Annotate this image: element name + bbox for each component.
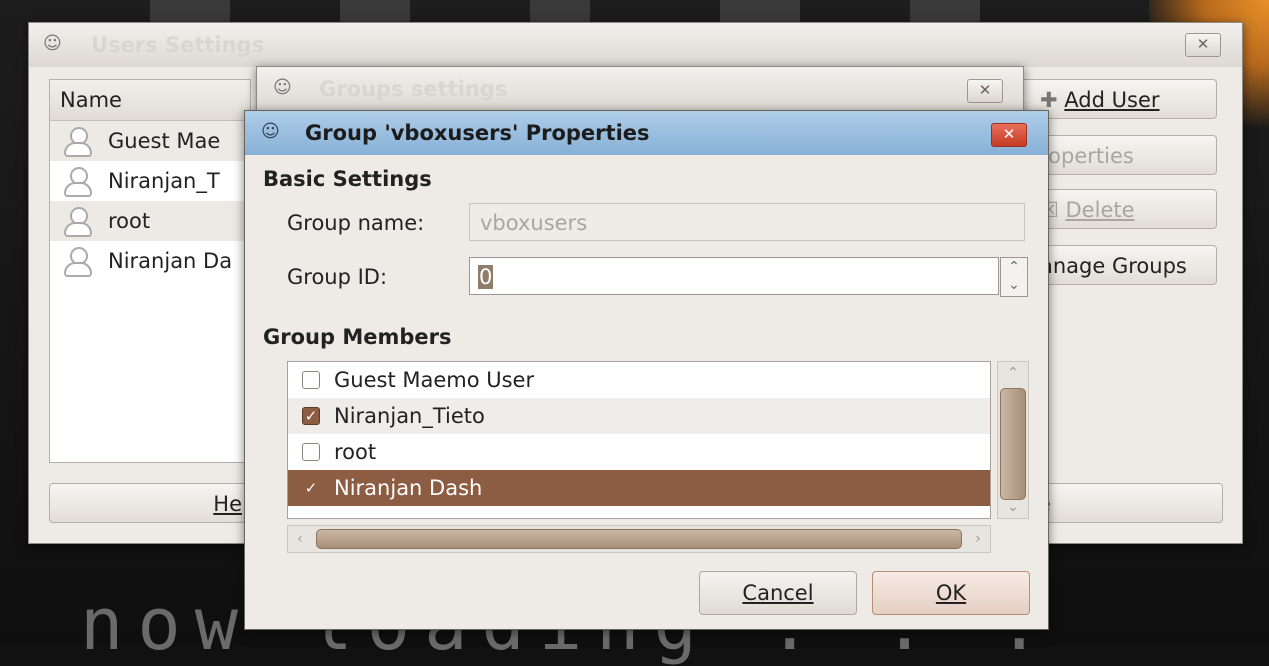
background-stripe (150, 0, 230, 24)
user-name: Niranjan_T (108, 169, 220, 193)
help-label: He (213, 492, 242, 516)
member-checkbox[interactable] (302, 371, 320, 389)
background-stripe (340, 0, 410, 24)
users-settings-title: Users Settings (91, 33, 265, 57)
scroll-right-icon[interactable]: › (966, 526, 990, 552)
user-name: Guest Mae (108, 129, 221, 153)
help-button[interactable]: He (49, 483, 249, 523)
manage-groups-label: anage Groups (1040, 254, 1187, 278)
member-row[interactable]: root (288, 434, 990, 470)
basic-settings-heading: Basic Settings (263, 167, 432, 191)
member-name: Guest Maemo User (334, 368, 535, 392)
users-icon: ☺ (43, 33, 62, 54)
user-icon (62, 126, 92, 157)
properties-label: roperties (1040, 144, 1134, 168)
user-icon (62, 206, 92, 237)
groups-icon: ☺ (273, 77, 292, 98)
group-name-field[interactable]: vboxusers (469, 203, 1025, 241)
member-name: Niranjan Dash (334, 476, 483, 500)
users-list-header[interactable]: Name (50, 80, 250, 121)
group-properties-dialog: ☺ Group 'vboxusers' Properties ✕ Basic S… (244, 110, 1049, 630)
users-list-body: Guest Mae Niranjan_T root Niranjan Da (50, 121, 250, 281)
member-name: Niranjan_Tieto (334, 404, 485, 428)
scroll-left-icon[interactable]: ‹ (288, 526, 312, 552)
group-members-list[interactable]: Guest Maemo User ✓ Niranjan_Tieto root ✓… (287, 361, 991, 519)
members-horizontal-scrollbar[interactable]: ‹ › (287, 525, 991, 553)
ok-label: OK (935, 581, 967, 605)
member-checkbox[interactable]: ✓ (302, 407, 320, 425)
member-checkbox[interactable]: ✓ (302, 479, 320, 497)
group-members-heading: Group Members (263, 325, 452, 349)
user-name: Niranjan Da (108, 249, 233, 273)
delete-label: Delete (1065, 198, 1135, 222)
group-name-label: Group name: (287, 211, 425, 235)
group-id-label: Group ID: (287, 265, 388, 289)
background-stripe (910, 0, 980, 24)
member-checkbox[interactable] (302, 443, 320, 461)
group-id-spinner[interactable]: ⌃ ⌄ (1000, 257, 1028, 297)
spin-down-icon[interactable]: ⌄ (1001, 276, 1027, 294)
cancel-label: Cancel (742, 581, 814, 605)
users-settings-titlebar[interactable]: ☺ Users Settings ✕ (29, 23, 1242, 67)
add-user-label: Add User (1064, 88, 1160, 112)
member-row[interactable]: Guest Maemo User (288, 362, 990, 398)
user-icon (62, 246, 92, 277)
users-close-icon[interactable]: ✕ (1185, 33, 1221, 57)
groups-settings-titlebar[interactable]: ☺ Groups settings ✕ (257, 67, 1023, 111)
dialog-close-icon[interactable]: ✕ (991, 123, 1027, 147)
user-row[interactable]: Guest Mae (50, 121, 250, 161)
groups-close-icon[interactable]: ✕ (967, 79, 1003, 103)
user-name: root (108, 209, 151, 233)
group-properties-titlebar[interactable]: ☺ Group 'vboxusers' Properties ✕ (245, 111, 1048, 155)
group-icon: ☺ (261, 121, 280, 142)
background-stripe (720, 0, 800, 24)
user-row[interactable]: root (50, 201, 250, 241)
group-id-value: 0 (478, 265, 494, 289)
horizontal-scroll-thumb[interactable] (316, 529, 962, 549)
background-stripe (530, 0, 590, 24)
user-icon (62, 166, 92, 197)
add-icon: ✚ (1040, 88, 1058, 112)
members-vertical-scrollbar[interactable]: ⌃ ⌄ (997, 361, 1029, 519)
user-row[interactable]: Niranjan Da (50, 241, 250, 281)
users-list[interactable]: Name Guest Mae Niranjan_T root Niranjan … (49, 79, 251, 463)
spin-up-icon[interactable]: ⌃ (1001, 258, 1027, 276)
group-id-field[interactable]: 0 (469, 257, 999, 295)
cancel-button[interactable]: Cancel (699, 571, 857, 615)
group-properties-title: Group 'vboxusers' Properties (305, 121, 650, 145)
groups-settings-title: Groups settings (319, 77, 508, 101)
user-row[interactable]: Niranjan_T (50, 161, 250, 201)
member-name: root (334, 440, 377, 464)
member-row-selected[interactable]: ✓ Niranjan Dash (288, 470, 990, 506)
member-row[interactable]: ✓ Niranjan_Tieto (288, 398, 990, 434)
scroll-down-icon[interactable]: ⌄ (998, 496, 1028, 518)
scroll-up-icon[interactable]: ⌃ (998, 362, 1028, 384)
ok-button[interactable]: OK (872, 571, 1030, 615)
vertical-scroll-thumb[interactable] (1000, 388, 1026, 500)
